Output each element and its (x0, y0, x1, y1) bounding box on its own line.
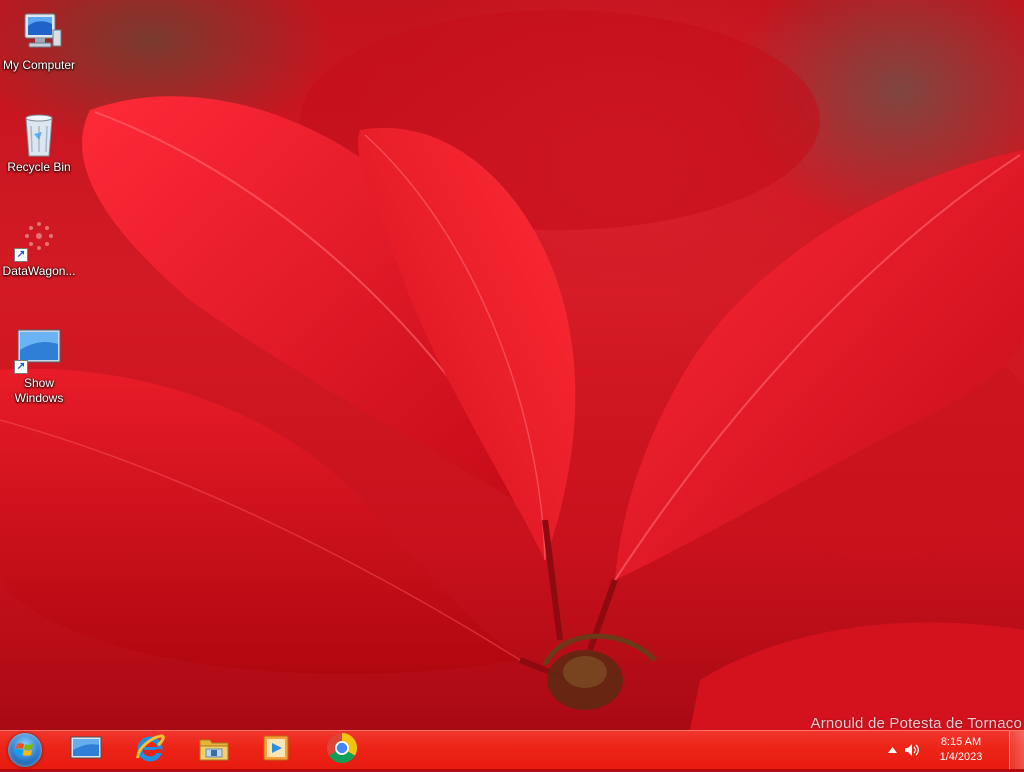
desktop-icon-label: Show Windows (14, 376, 64, 405)
taskbar-chrome[interactable] (320, 732, 364, 769)
monitor-icon (70, 735, 102, 766)
datawagon-icon: ↗ (14, 216, 63, 262)
taskbar-media-player[interactable] (254, 734, 298, 766)
media-player-icon (261, 734, 291, 767)
computer-icon (15, 10, 63, 56)
desktop-wallpaper: Arnould de Potesta de Tornaco (0, 0, 1024, 730)
volume-icon[interactable] (902, 731, 922, 769)
taskbar-internet-explorer[interactable] (128, 732, 172, 769)
desktop-icon-label: DataWagon... (2, 264, 76, 278)
taskbar-file-explorer[interactable] (192, 734, 236, 766)
clock[interactable]: 8:15 AM 1/4/2023 (928, 731, 994, 769)
taskbar-show-desktop-app[interactable] (64, 734, 108, 766)
internet-explorer-icon (134, 732, 166, 769)
desktop-icon-my-computer[interactable]: My Computer (0, 10, 78, 73)
desktop-icon-label: My Computer (2, 58, 76, 72)
wallpaper-leaves (0, 10, 1024, 730)
shortcut-arrow-icon: ↗ (14, 360, 28, 374)
recycle-bin-icon (15, 112, 63, 158)
chrome-icon (326, 732, 358, 769)
clock-time: 8:15 AM (940, 736, 982, 748)
clock-date: 1/4/2023 (939, 751, 983, 763)
desktop-icon-show-windows[interactable]: ↗ Show Windows (0, 328, 78, 406)
windows-start-icon[interactable] (8, 733, 42, 767)
wallpaper-credit: Arnould de Potesta de Tornaco (810, 715, 1022, 730)
desktop-icon-datawagon[interactable]: ↗ DataWagon... (0, 216, 78, 279)
folder-icon (198, 734, 230, 767)
show-desktop-button[interactable] (1009, 731, 1024, 769)
chevron-up-icon[interactable] (884, 731, 900, 769)
system-tray: 8:15 AM 1/4/2023 (884, 731, 1024, 769)
desktop-icon-recycle-bin[interactable]: Recycle Bin (0, 112, 78, 175)
desktop-icon-label: Recycle Bin (7, 160, 71, 174)
taskbar: 8:15 AM 1/4/2023 (0, 730, 1024, 769)
show-windows-icon: ↗ (14, 328, 63, 374)
shortcut-arrow-icon: ↗ (14, 248, 28, 262)
